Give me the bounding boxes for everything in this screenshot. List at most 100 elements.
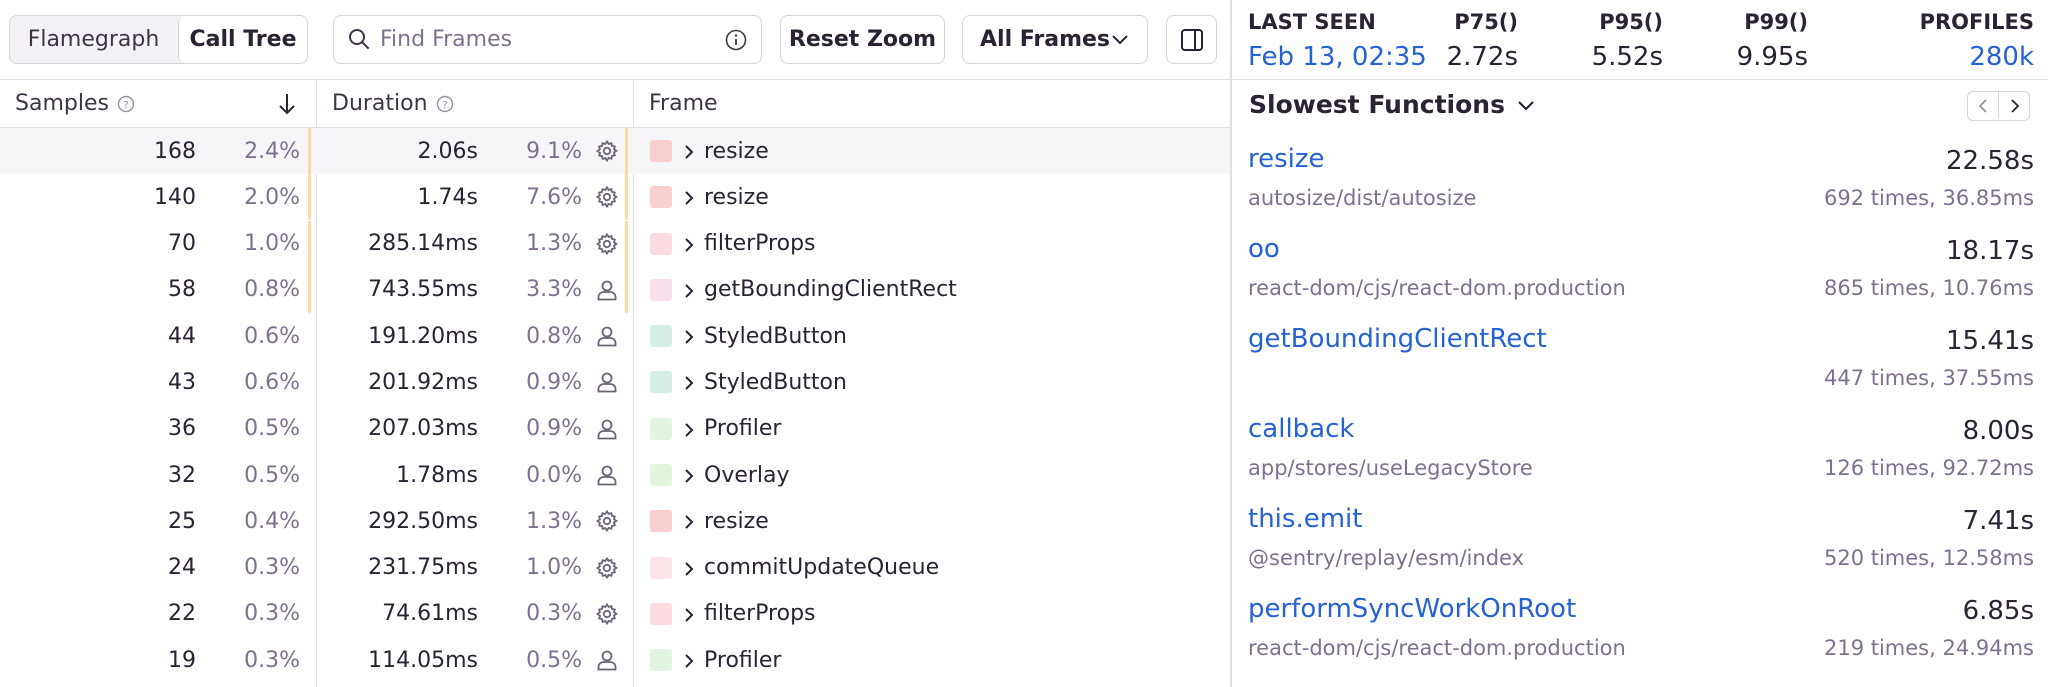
call-tree-header: Samples ? Duration ? Frame <box>0 79 1230 128</box>
samples-column-header[interactable]: Samples ? <box>15 80 135 127</box>
next-page-button[interactable] <box>1999 92 2030 119</box>
frame-color-swatch <box>650 186 672 209</box>
chevron-right-icon[interactable] <box>683 466 695 491</box>
samples-count: 58 <box>168 277 196 303</box>
svg-text:?: ? <box>123 100 128 111</box>
toggle-sidebar-button[interactable] <box>1166 15 1217 64</box>
weight-indicator <box>625 174 628 221</box>
p95-label: P95() <box>1599 10 1663 34</box>
gear-icon <box>595 139 619 163</box>
call-tree-row[interactable]: 43 0.6% 201.92ms 0.9% StyledButton <box>0 359 1230 405</box>
samples-count: 25 <box>168 508 196 534</box>
function-summary-panel: LAST SEEN Feb 13, 02:35 P75() 2.72s P95(… <box>1232 0 2048 687</box>
function-name-link[interactable]: performSyncWorkOnRoot <box>1248 594 1576 624</box>
slowest-functions-dropdown[interactable]: Slowest Functions <box>1249 90 1535 119</box>
frame-color-swatch <box>650 510 672 533</box>
p75-label: P75() <box>1454 10 1518 34</box>
samples-count: 22 <box>168 601 196 627</box>
frame-name: Overlay <box>704 462 790 488</box>
profiles-value[interactable]: 280k <box>1969 42 2034 72</box>
profile-stats: LAST SEEN Feb 13, 02:35 P75() 2.72s P95(… <box>1232 0 2048 79</box>
tab-call-tree[interactable]: Call Tree <box>178 16 307 63</box>
function-total-time: 22.58s <box>1946 146 2034 176</box>
frame-name: resize <box>704 508 769 534</box>
call-tree-row[interactable]: 19 0.3% 114.05ms 0.5% Profiler <box>0 637 1230 683</box>
function-name-link[interactable]: resize <box>1248 144 1325 174</box>
tab-flamegraph[interactable]: Flamegraph <box>10 16 177 63</box>
samples-percent: 0.6% <box>244 323 300 349</box>
stats-separator <box>1232 79 2048 80</box>
info-icon[interactable] <box>725 29 747 51</box>
help-icon[interactable]: ? <box>436 95 454 113</box>
function-name-link[interactable]: oo <box>1248 234 1280 264</box>
function-call-stats: 447 times, 37.55ms <box>1823 366 2034 390</box>
chevron-right-icon[interactable] <box>683 142 695 167</box>
function-name-link[interactable]: getBoundingClientRect <box>1248 324 1547 354</box>
samples-percent: 0.4% <box>244 508 300 534</box>
samples-count: 140 <box>154 184 196 210</box>
chevron-right-icon[interactable] <box>683 512 695 537</box>
p75-value: 2.72s <box>1446 42 1518 72</box>
function-package-path: @sentry/replay/esm/index <box>1248 546 1525 570</box>
call-tree-row[interactable]: 70 1.0% 285.14ms 1.3% filterProps <box>0 220 1230 267</box>
call-tree-row[interactable]: 140 2.0% 1.74s 7.6% resize <box>0 174 1230 221</box>
chevron-right-icon[interactable] <box>683 651 695 676</box>
frame-color-swatch <box>650 371 672 394</box>
duration-value: 114.05ms <box>368 647 478 673</box>
help-icon[interactable]: ? <box>117 95 135 113</box>
frame-column-header[interactable]: Frame <box>649 80 718 127</box>
frame-name: getBoundingClientRect <box>704 277 957 303</box>
samples-percent: 0.8% <box>244 277 300 303</box>
duration-value: 743.55ms <box>368 277 478 303</box>
weight-indicator <box>308 128 311 174</box>
call-tree-row[interactable]: 22 0.3% 74.61ms 0.3% filterProps <box>0 591 1230 637</box>
weight-indicator <box>625 266 628 313</box>
function-call-stats: 126 times, 92.72ms <box>1823 456 2034 480</box>
user-icon <box>595 648 619 672</box>
reset-zoom-button[interactable]: Reset Zoom <box>780 15 945 64</box>
call-tree-row[interactable]: 24 0.3% 231.75ms 1.0% commitUpdateQueue <box>0 545 1230 591</box>
chevron-right-icon <box>2010 98 2019 113</box>
call-tree-row[interactable]: 36 0.5% 207.03ms 0.9% Profiler <box>0 406 1230 452</box>
function-total-time: 15.41s <box>1946 326 2034 356</box>
frame-name: filterProps <box>704 601 816 627</box>
frame-name: filterProps <box>704 231 816 257</box>
chevron-right-icon[interactable] <box>683 420 695 445</box>
duration-percent: 0.8% <box>526 323 582 349</box>
chevron-right-icon[interactable] <box>683 559 695 584</box>
chevron-right-icon[interactable] <box>683 188 695 213</box>
call-tree-row[interactable]: 168 2.4% 2.06s 9.1% resize <box>0 128 1230 175</box>
slowest-function-item: performSyncWorkOnRoot 6.85s react-dom/cjs/… <box>1232 594 2048 684</box>
sort-descending-icon[interactable] <box>278 92 296 116</box>
duration-value: 292.50ms <box>368 508 478 534</box>
chevron-right-icon[interactable] <box>683 373 695 398</box>
chevron-right-icon[interactable] <box>683 281 695 306</box>
chevron-right-icon[interactable] <box>683 327 695 352</box>
sidebar-panel-icon <box>1180 28 1203 51</box>
call-tree-row[interactable]: 58 0.8% 743.55ms 3.3% getBoundingClientRect <box>0 266 1230 313</box>
samples-percent: 0.6% <box>244 369 300 395</box>
user-icon <box>595 324 619 348</box>
all-frames-dropdown[interactable]: All Frames <box>962 15 1148 64</box>
function-name-link[interactable]: callback <box>1248 414 1354 444</box>
p99-label: P99() <box>1744 10 1808 34</box>
last-seen-label: LAST SEEN <box>1248 10 1376 34</box>
duration-percent: 0.5% <box>526 647 582 673</box>
chevron-right-icon[interactable] <box>683 605 695 630</box>
function-call-stats: 219 times, 24.94ms <box>1823 636 2034 660</box>
previous-page-button[interactable] <box>1968 92 1999 119</box>
weight-indicator <box>308 174 311 221</box>
samples-count: 44 <box>168 323 196 349</box>
call-tree-row[interactable]: 25 0.4% 292.50ms 1.3% resize <box>0 498 1230 544</box>
find-frames-input[interactable] <box>380 24 700 54</box>
search-icon <box>349 29 369 49</box>
duration-column-header[interactable]: Duration ? <box>332 80 454 127</box>
duration-percent: 0.3% <box>526 601 582 627</box>
function-total-time: 18.17s <box>1946 236 2034 266</box>
chevron-right-icon[interactable] <box>683 235 695 260</box>
last-seen-value[interactable]: Feb 13, 02:35 <box>1248 42 1427 72</box>
call-tree-row[interactable]: 44 0.6% 191.20ms 0.8% StyledButton <box>0 313 1230 359</box>
call-tree-row[interactable]: 32 0.5% 1.78ms 0.0% Overlay <box>0 452 1230 498</box>
duration-percent: 0.9% <box>526 416 582 442</box>
function-name-link[interactable]: this.emit <box>1248 504 1362 534</box>
